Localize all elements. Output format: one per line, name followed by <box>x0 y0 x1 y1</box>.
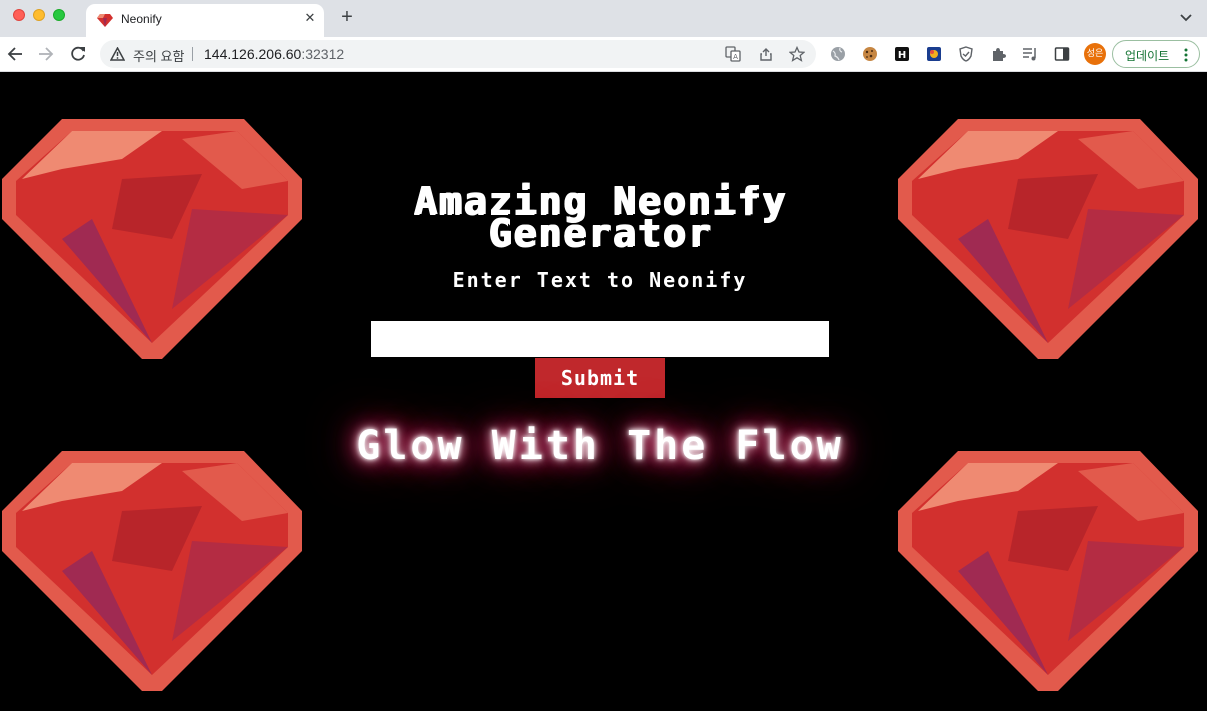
profile-avatar[interactable]: 성은 <box>1084 43 1106 65</box>
svg-text:A: A <box>733 53 738 61</box>
new-tab-button[interactable]: + <box>337 6 357 28</box>
shield-extension-icon[interactable] <box>958 46 974 62</box>
forward-arrow-icon[interactable] <box>35 43 57 65</box>
tab-search-chevron-icon[interactable] <box>1177 8 1195 26</box>
neon-text-input[interactable] <box>371 321 829 357</box>
extensions-puzzle-icon[interactable] <box>990 46 1006 62</box>
url-host: 144.126.206.60 <box>204 46 302 62</box>
more-menu-icon[interactable] <box>1183 47 1189 63</box>
side-panel-icon[interactable] <box>1054 46 1070 62</box>
security-warning-label[interactable]: 주의 요함 <box>133 46 184 65</box>
svg-text:H: H <box>898 50 906 61</box>
update-button[interactable]: 업데이트 <box>1112 40 1200 68</box>
minimize-window-button[interactable] <box>33 9 45 21</box>
share-icon[interactable] <box>758 46 774 62</box>
url-port: :32312 <box>301 46 345 62</box>
ruby-gem-icon <box>898 451 1198 691</box>
maximize-window-button[interactable] <box>53 9 65 21</box>
h-extension-icon[interactable]: H <box>894 46 910 62</box>
ruby-gem-icon <box>898 119 1198 359</box>
submit-button[interactable]: Submit <box>535 358 665 398</box>
browser-toolbar: 주의 요함 144.126.206.60:32312 A H 성은 업데이트 <box>0 37 1207 72</box>
browser-tabstrip: Neonify ✕ + <box>0 0 1207 37</box>
ruby-gem-icon <box>2 451 302 691</box>
globe-extension-icon[interactable] <box>830 46 846 62</box>
address-bar[interactable]: 주의 요함 144.126.206.60:32312 A <box>100 40 816 68</box>
page-title: Amazing Neonify Generator <box>413 179 787 255</box>
translate-icon[interactable]: A <box>725 46 741 62</box>
tab-close-icon[interactable]: ✕ <box>301 10 319 28</box>
page-viewport: Amazing Neonify Generator Enter Text to … <box>0 73 1207 711</box>
tab-title: Neonify <box>121 12 162 26</box>
neon-output-text: Glow With The Flow <box>356 423 844 469</box>
page-subtitle: Enter Text to Neonify <box>452 268 748 292</box>
media-controls-icon[interactable] <box>1022 46 1038 62</box>
ruby-gem-icon <box>2 119 302 359</box>
ruby-favicon-icon <box>97 14 113 27</box>
reload-icon[interactable] <box>67 43 89 65</box>
colorful-extension-icon[interactable] <box>926 46 942 62</box>
close-window-button[interactable] <box>13 9 25 21</box>
warning-triangle-icon[interactable] <box>110 47 125 61</box>
bookmark-star-icon[interactable] <box>789 46 805 62</box>
url-text[interactable]: 144.126.206.60:32312 <box>204 46 344 62</box>
update-label: 업데이트 <box>1125 49 1170 63</box>
cookie-extension-icon[interactable] <box>862 46 878 62</box>
address-separator <box>192 47 193 61</box>
tab-neonify[interactable]: Neonify ✕ <box>86 4 324 37</box>
back-arrow-icon[interactable] <box>4 43 26 65</box>
